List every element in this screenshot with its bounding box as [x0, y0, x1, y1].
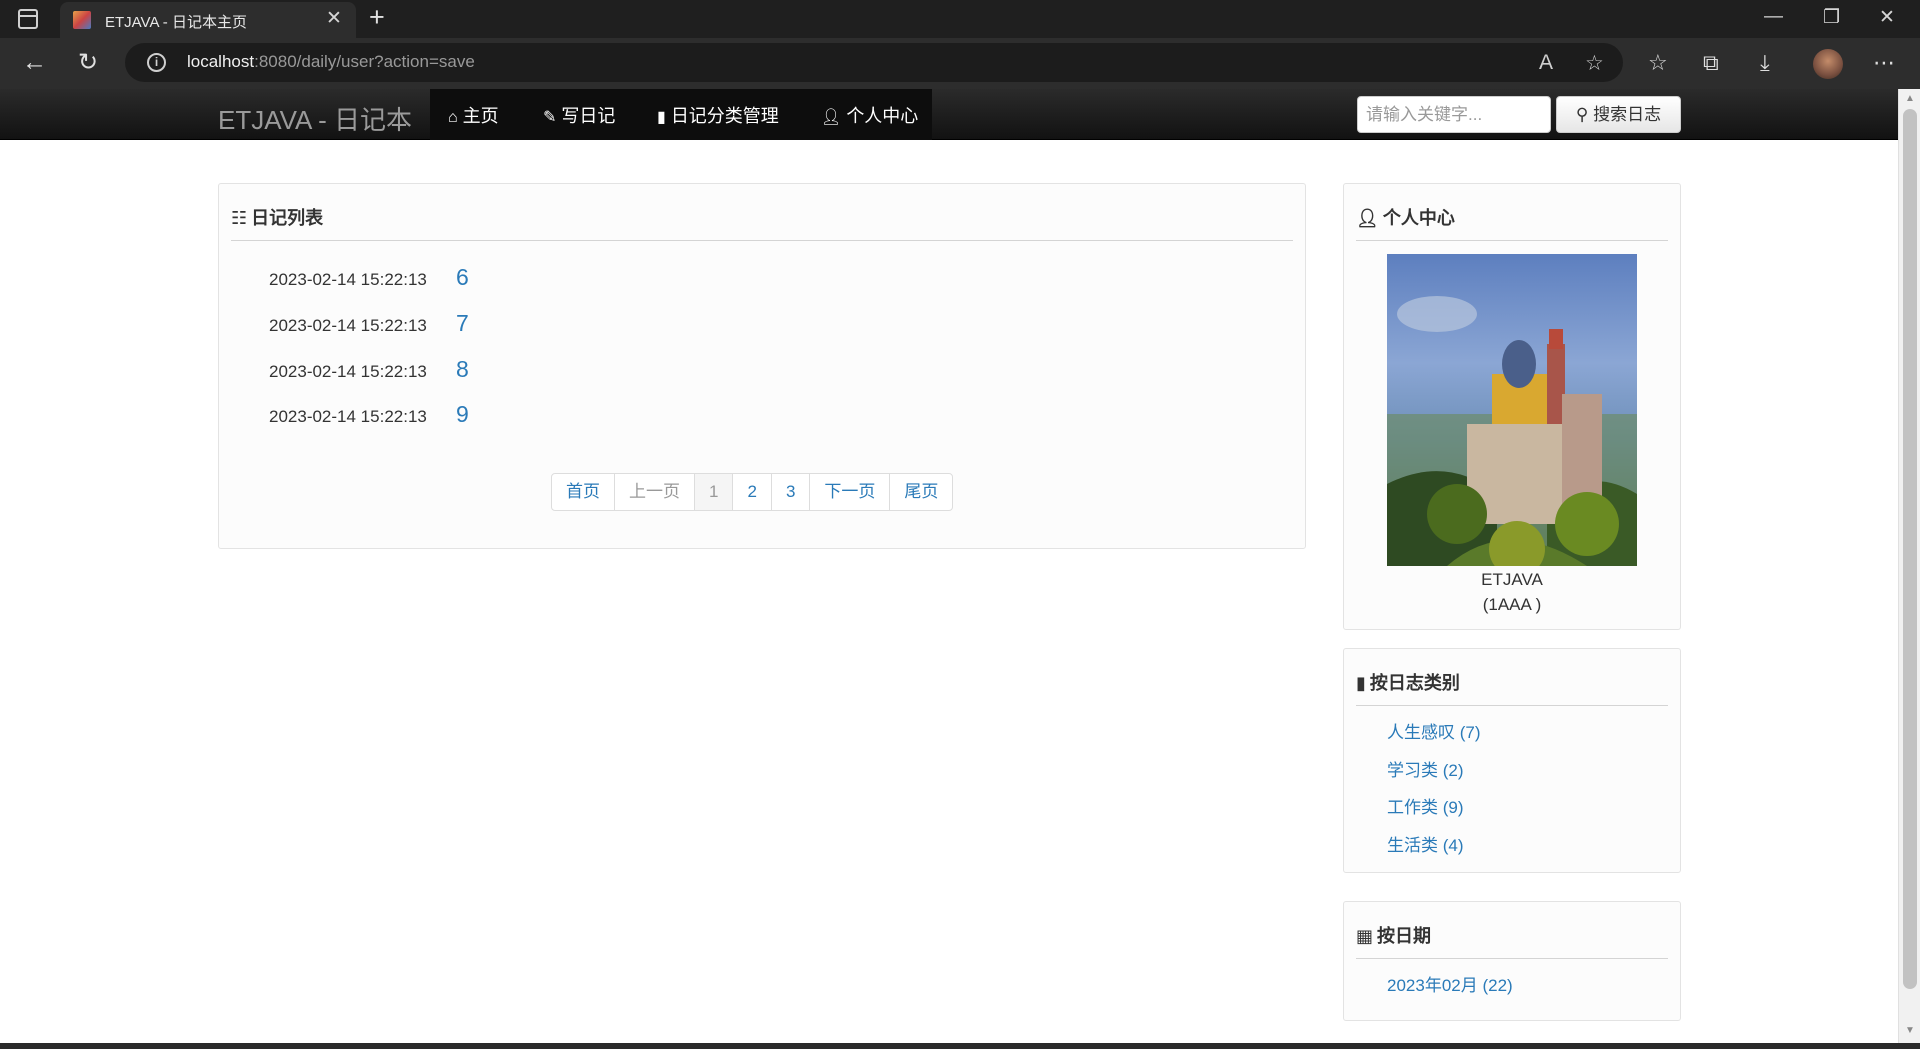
divider — [231, 240, 1293, 241]
profile-sub: (1AAA ) — [1482, 595, 1542, 614]
nav-item-category[interactable]: ▮ 日记分类管理 — [657, 102, 779, 128]
clipboard-icon: ▮ — [1356, 673, 1366, 693]
profile-panel: 👤︎ 个人中心 ETJAVA (1AAA) — [1343, 183, 1681, 630]
diary-row: 2023-02-14 15:22:13 6 — [269, 264, 469, 291]
site-brand[interactable]: ETJAVA - 日记本 — [218, 100, 412, 137]
profile-name: ETJAVA — [1481, 570, 1543, 589]
category-title: ▮ 按日志类别 — [1356, 673, 1460, 693]
home-icon: ⌂ — [448, 109, 458, 126]
category-item[interactable]: 人生感叹 (7) — [1387, 718, 1481, 743]
diary-list-title: ☷ 日记列表 — [231, 208, 324, 228]
category-panel: ▮ 按日志类别 人生感叹 (7) 学习类 (2) 工作类 (9) 生活类 (4) — [1343, 648, 1681, 873]
add-favorite-icon[interactable]: ☆ — [1585, 51, 1604, 76]
diary-link[interactable]: 6 — [456, 264, 469, 290]
pencil-icon: ✎ — [543, 109, 557, 126]
site-info-icon[interactable]: i — [147, 53, 166, 72]
diary-link[interactable]: 9 — [456, 401, 469, 427]
favorites-icon[interactable]: ☆ — [1648, 50, 1668, 76]
diary-row: 2023-02-14 15:22:13 7 — [269, 310, 469, 337]
back-icon[interactable]: ← — [22, 48, 47, 77]
downloads-icon[interactable]: ⤓ — [1760, 50, 1770, 76]
profile-avatar[interactable] — [1813, 49, 1843, 79]
diary-row: 2023-02-14 15:22:13 9 — [269, 401, 469, 428]
new-tab-icon[interactable]: + — [369, 4, 385, 31]
pagination: 首页 上一页 1 2 3 下一页 尾页 — [551, 473, 954, 511]
user-icon: 👤︎ — [1356, 208, 1379, 228]
close-window-icon[interactable]: ✕ — [1879, 6, 1895, 29]
book-icon: ▮ — [657, 109, 666, 126]
read-aloud-icon[interactable]: A — [1539, 51, 1553, 75]
date-item[interactable]: 2023年02月 (22) — [1387, 971, 1513, 996]
diary-list-panel: ☷ 日记列表 2023-02-14 15:22:13 6 2023-02-14 15… — [218, 183, 1306, 549]
page-prev: 上一页 — [615, 474, 695, 510]
category-item[interactable]: 工作类 (9) — [1387, 793, 1464, 818]
page-scrollbar[interactable]: ▲ ▼ — [1898, 89, 1920, 1043]
search-button[interactable]: ⚲ 搜索日志 — [1556, 96, 1681, 133]
page-next[interactable]: 下一页 — [810, 474, 891, 510]
nav-item-write[interactable]: ✎ 写日记 — [543, 102, 615, 128]
browser-tab[interactable]: ETJAVA - 日记本主页 ✕ — [60, 2, 356, 38]
diary-date: 2023-02-14 15:22:13 — [269, 316, 427, 335]
close-tab-icon[interactable]: ✕ — [326, 9, 342, 28]
page-2[interactable]: 2 — [733, 474, 772, 510]
minimize-icon[interactable]: — — [1764, 6, 1783, 28]
diary-link[interactable]: 7 — [456, 310, 469, 336]
divider — [1356, 958, 1668, 959]
user-icon: 👤︎ — [821, 109, 842, 126]
collections-icon[interactable]: ⧉ — [1703, 50, 1719, 76]
profile-title: 👤︎ 个人中心 — [1356, 208, 1455, 228]
browser-toolbar: ← ↻ i localhost:8080/daily/user?action=s… — [0, 38, 1920, 89]
reload-icon[interactable]: ↻ — [78, 48, 98, 77]
browser-tab-bar: ETJAVA - 日记本主页 ✕ + — ❐ ✕ — [0, 0, 1920, 38]
url-text[interactable]: localhost:8080/daily/user?action=save — [187, 52, 475, 72]
nav-item-profile[interactable]: 👤︎ 个人中心 — [821, 102, 918, 128]
favicon-icon — [73, 11, 91, 29]
diary-date: 2023-02-14 15:22:13 — [269, 362, 427, 381]
page-last[interactable]: 尾页 — [890, 474, 952, 510]
scroll-thumb[interactable] — [1903, 109, 1917, 989]
category-item[interactable]: 学习类 (2) — [1387, 756, 1464, 781]
scroll-up-icon[interactable]: ▲ — [1905, 93, 1915, 104]
page-first[interactable]: 首页 — [552, 474, 615, 510]
taskbar-strip — [0, 1043, 1920, 1049]
page-1[interactable]: 1 — [695, 474, 734, 510]
page-3[interactable]: 3 — [772, 474, 811, 510]
restore-icon[interactable]: ❐ — [1823, 6, 1840, 29]
diary-row: 2023-02-14 15:22:13 8 — [269, 356, 469, 383]
search-input[interactable] — [1357, 96, 1551, 133]
calendar-icon: ▦ — [1356, 926, 1374, 946]
page-viewport: ETJAVA - 日记本 ⌂主页 ✎写日记 ▮日记分类管理 👤︎个人中心 ⚲ 搜… — [0, 89, 1898, 1043]
date-title: ▦ 按日期 — [1356, 926, 1432, 946]
profile-image — [1387, 254, 1637, 566]
more-icon[interactable]: ⋯ — [1873, 50, 1895, 76]
search-icon: ⚲ — [1575, 105, 1594, 124]
tab-title: ETJAVA - 日记本主页 — [105, 14, 247, 31]
nav-item-home[interactable]: ⌂ 主页 — [448, 102, 499, 128]
divider — [1356, 240, 1668, 241]
address-bar[interactable]: i localhost:8080/daily/user?action=save … — [125, 43, 1623, 82]
diary-date: 2023-02-14 15:22:13 — [269, 407, 427, 426]
tab-actions-icon[interactable] — [18, 9, 38, 29]
list-icon: ☷ — [231, 208, 248, 228]
diary-date: 2023-02-14 15:22:13 — [269, 270, 427, 289]
diary-link[interactable]: 8 — [456, 356, 469, 382]
divider — [1356, 705, 1668, 706]
scroll-down-icon[interactable]: ▼ — [1905, 1025, 1915, 1036]
category-item[interactable]: 生活类 (4) — [1387, 831, 1464, 856]
site-navbar: ETJAVA - 日记本 ⌂主页 ✎写日记 ▮日记分类管理 👤︎个人中心 ⚲ 搜… — [0, 89, 1898, 140]
date-panel: ▦ 按日期 2023年02月 (22) — [1343, 901, 1681, 1021]
